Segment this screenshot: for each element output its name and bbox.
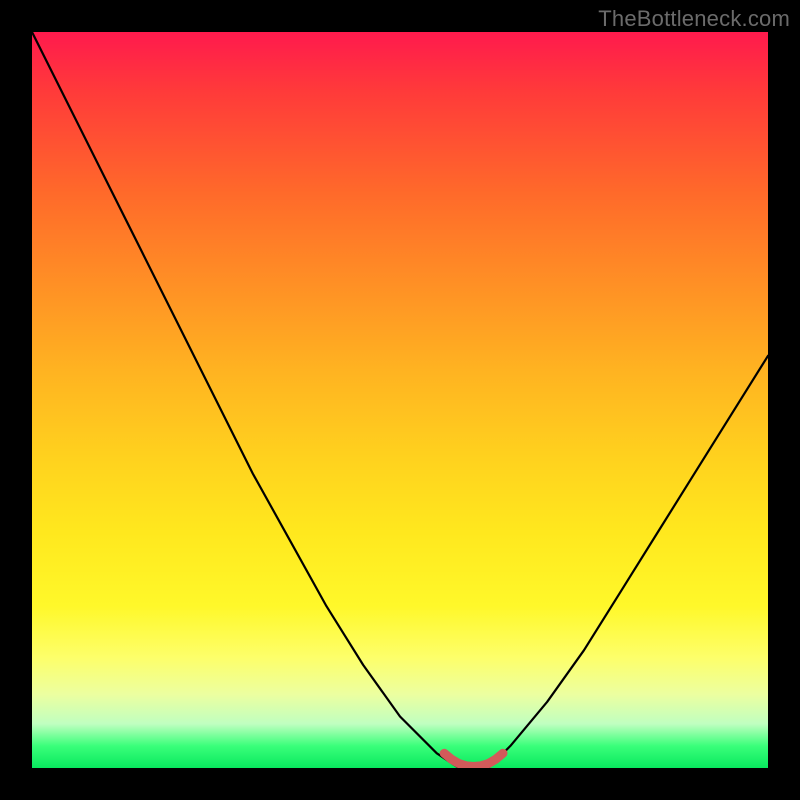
curve-svg xyxy=(32,32,768,768)
curve-path xyxy=(32,32,768,768)
plot-area xyxy=(32,32,768,768)
watermark-text: TheBottleneck.com xyxy=(598,6,790,32)
chart-frame: TheBottleneck.com xyxy=(0,0,800,800)
band-path xyxy=(444,753,503,766)
